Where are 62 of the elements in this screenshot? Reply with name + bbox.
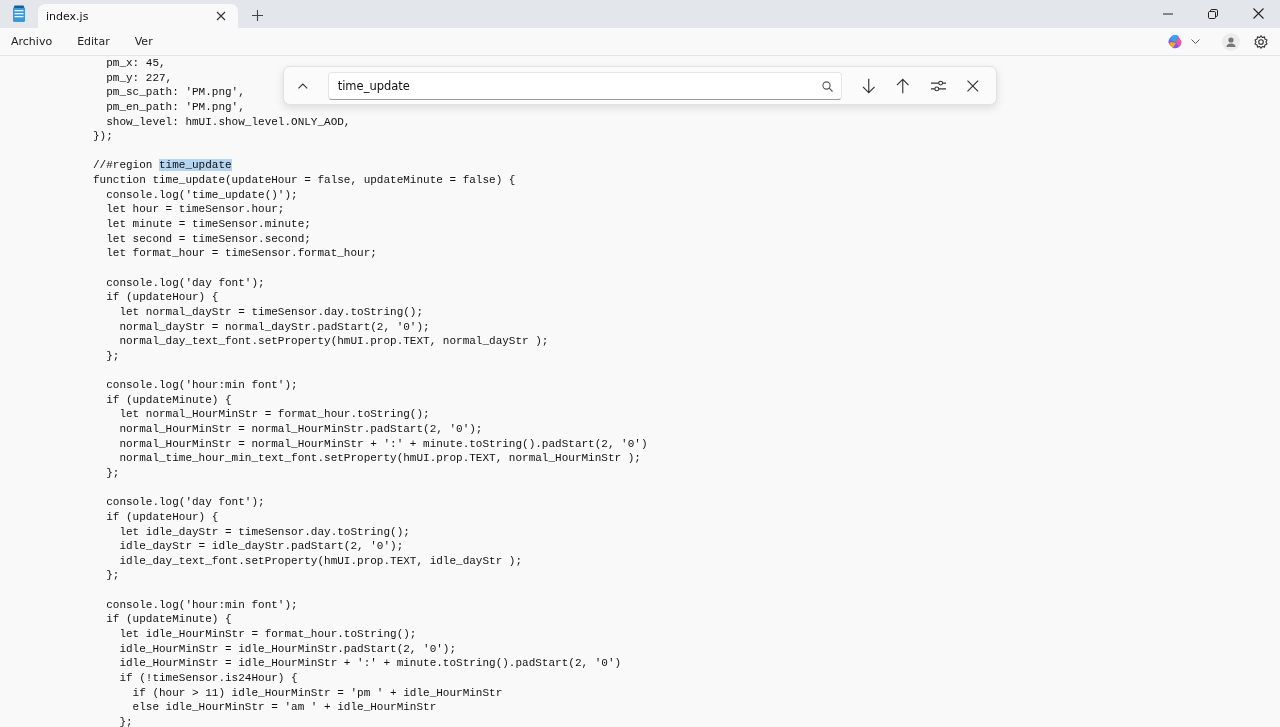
arrow-down-icon[interactable]	[861, 77, 876, 94]
code-line: });	[93, 129, 113, 144]
code-line: pm_x: 45,	[105, 56, 166, 71]
tab[interactable]: index.js	[38, 4, 238, 28]
copilot-icon[interactable]	[1167, 33, 1183, 50]
code-line: idle_day_text_font.setProperty(hmUI.prop.TEXT, idle_dayStr );	[118, 553, 523, 569]
code-line: else idle_HourMinStr = 'am ' + idle_HourMinStr	[131, 700, 437, 715]
code-line: console.log('day font');	[105, 275, 265, 291]
code-line: };	[118, 714, 133, 727]
code-line: normal_day_text_font.setProperty(hmUI.prop.TEXT, normal_dayStr );	[118, 334, 549, 349]
code-line: };	[105, 465, 120, 481]
code-line: let hour = timeSensor.hour;	[105, 202, 285, 218]
menu-item[interactable]: Editar	[68, 31, 119, 52]
code-line: if (updateMinute) {	[105, 392, 232, 408]
settings-icon[interactable]	[1253, 33, 1269, 50]
code-line: if (updateHour) {	[105, 290, 219, 305]
close-icon[interactable]	[967, 79, 979, 92]
code-line: console.log('day font');	[105, 495, 265, 510]
code-line: let normal_dayStr = timeSensor.day.toString();	[118, 304, 424, 320]
code-line: normal_dayStr = normal_dayStr.padStart(2, '0');	[118, 319, 430, 335]
restore-icon[interactable]	[1208, 9, 1218, 19]
notepad-icon	[12, 5, 26, 23]
code-line: pm_y: 227,	[105, 70, 173, 86]
code-line: normal_HourMinStr = normal_HourMinStr.padStart(2, '0');	[118, 422, 483, 437]
code-line: idle_HourMinStr = idle_HourMinStr + ':' + minute.toString().padStart(2, '0')	[118, 656, 622, 671]
code-line: idle_HourMinStr = idle_HourMinStr.padStart(2, '0');	[118, 641, 457, 657]
menu-item[interactable]: Ver	[125, 31, 162, 52]
code-line: pm_sc_path: 'PM.png',	[105, 85, 245, 100]
chevron-down-icon[interactable]	[1191, 38, 1200, 45]
menu-item[interactable]: Archivo	[2, 31, 62, 52]
code-line: let second = timeSensor.second;	[105, 231, 311, 247]
options-icon[interactable]	[931, 78, 947, 93]
code-line: normal_time_hour_min_text_font.setProperty(hmUI.prop.TEXT, normal_HourMinStr );	[118, 451, 641, 466]
arrow-up-icon[interactable]	[896, 77, 910, 94]
code-line: console.log('hour:min font');	[105, 378, 298, 393]
code-line: let format_hour = timeSensor.format_hour;	[105, 246, 377, 261]
close-icon[interactable]	[216, 11, 226, 21]
add-tab-icon[interactable]	[252, 10, 263, 21]
code-line: console.log('time_update()');	[105, 187, 298, 203]
code-line: if (updateHour) {	[105, 509, 219, 525]
code-line: idle_dayStr = idle_dayStr.padStart(2, '0');	[118, 539, 404, 554]
code-line: };	[105, 348, 120, 364]
search-field[interactable]: time_update	[327, 71, 842, 100]
code-line: let minute = timeSensor.minute;	[105, 217, 311, 232]
tab-label: index.js	[46, 9, 90, 23]
chevron-up-icon[interactable]	[298, 82, 308, 89]
code-line: let normal_HourMinStr = format_hour.toString();	[118, 407, 430, 422]
code-line: console.log('hour:min font');	[105, 597, 298, 613]
search-icon[interactable]	[821, 80, 833, 92]
code-line: if (hour > 11) idle_HourMinStr = 'pm ' + idle_HourMinStr	[131, 685, 503, 701]
code-line: show_level: hmUI.show_level.ONLY_AOD,	[105, 114, 351, 130]
code-line: let idle_HourMinStr = format_hour.toString();	[118, 627, 417, 642]
avatar-icon[interactable]	[1222, 32, 1240, 51]
close-icon[interactable]	[1253, 8, 1264, 19]
code-line: pm_en_path: 'PM.png',	[105, 99, 245, 115]
code-line: normal_HourMinStr = normal_HourMinStr + ':' + minute.toString().padStart(2, '0')	[118, 436, 648, 452]
code-line: //#region time_update	[93, 158, 232, 174]
code-line: };	[105, 568, 120, 584]
code-line: let idle_dayStr = timeSensor.day.toString();	[118, 524, 410, 540]
code-line: if (updateMinute) {	[105, 612, 232, 627]
code-line: function time_update(updateHour = false, updateMinute = false) {	[93, 173, 516, 188]
code-line: if (!timeSensor.is24Hour) {	[118, 670, 298, 686]
